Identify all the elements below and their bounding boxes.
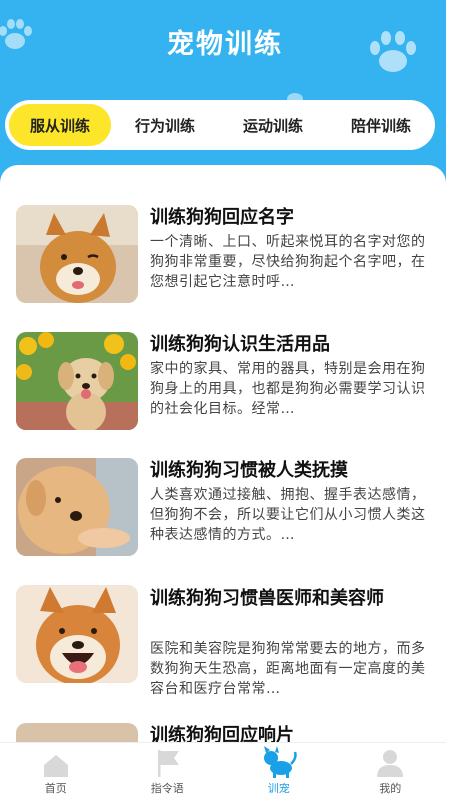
nav-label: 训宠 — [267, 782, 290, 795]
user-icon — [377, 750, 404, 777]
dog-photo — [16, 205, 138, 303]
dog-photo — [16, 332, 138, 430]
list-item[interactable]: 训练狗狗回应名字 一个清晰、上口、听起来悦耳的名字对您的狗狗非常重要，尽快给狗狗… — [0, 205, 446, 315]
nav-profile[interactable]: 我的 — [335, 743, 447, 800]
screen-edge — [446, 0, 450, 800]
nav-commands[interactable]: 指令语 — [112, 743, 224, 800]
list-item[interactable]: 训练狗狗习惯被人类抚摸 人类喜欢通过接触、拥抱、握手表达感情，但狗狗不会，所以要… — [0, 458, 446, 568]
list-item[interactable]: 训练狗狗认识生活用品 家中的家具、常用的器具，特别是会用在狗狗身上的用具，也都是… — [0, 332, 446, 442]
flag-icon — [158, 750, 180, 777]
item-title: 训练狗狗习惯被人类抚摸 — [150, 460, 348, 481]
dog-photo — [16, 585, 138, 683]
item-description: 家中的家具、常用的器具，特别是会用在狗狗身上的用具，也都是狗狗必需要学习认识的社… — [150, 361, 426, 417]
tab-exercise[interactable]: 运动训练 — [219, 104, 327, 146]
training-list: 训练狗狗回应名字 一个清晰、上口、听起来悦耳的名字对您的狗狗非常重要，尽快给狗狗… — [0, 165, 446, 755]
tab-behavior[interactable]: 行为训练 — [111, 104, 219, 146]
nav-home[interactable]: 首页 — [0, 743, 112, 800]
list-item[interactable]: 训练狗狗习惯兽医师和美容师 医院和美容院是狗狗常常要去的地方，而多数狗狗天生恐高… — [0, 585, 446, 715]
bottom-nav: 首页 指令语 训宠 我的 — [0, 742, 446, 800]
dog-icon — [263, 746, 297, 778]
item-title: 训练狗狗回应名字 — [150, 207, 294, 228]
item-description: 一个清晰、上口、听起来悦耳的名字对您的狗狗非常重要，尽快给狗狗起个名字吧，在您想… — [150, 234, 426, 290]
dog-photo — [16, 458, 138, 556]
tab-companion[interactable]: 陪伴训练 — [327, 104, 435, 146]
item-description: 人类喜欢通过接触、拥抱、握手表达感情，但狗狗不会，所以要让它们从小习惯人类这种表… — [150, 487, 426, 543]
category-tabs: 服从训练 行为训练 运动训练 陪伴训练 — [5, 100, 435, 150]
header: 宠物训练 — [0, 0, 450, 190]
nav-label: 指令语 — [150, 782, 184, 795]
tab-obedience[interactable]: 服从训练 — [9, 104, 111, 146]
home-icon — [43, 755, 68, 777]
nav-label: 首页 — [44, 782, 67, 795]
item-title: 训练狗狗认识生活用品 — [150, 334, 330, 355]
page-title: 宠物训练 — [167, 29, 283, 60]
item-description: 医院和美容院是狗狗常常要去的地方，而多数狗狗天生恐高，距离地面有一定高度的美容台… — [150, 641, 426, 697]
item-title: 训练狗狗习惯兽医师和美容师 — [150, 588, 384, 609]
nav-label: 我的 — [379, 782, 402, 795]
nav-training[interactable]: 训宠 — [223, 743, 335, 800]
